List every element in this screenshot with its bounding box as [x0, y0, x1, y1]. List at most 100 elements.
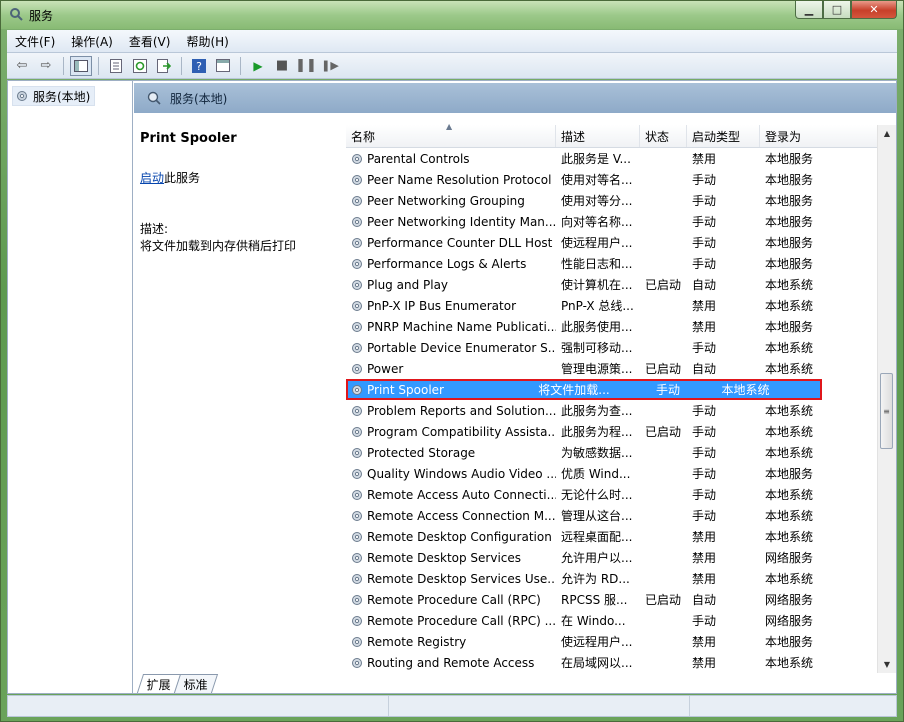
service-row[interactable]: Remote Desktop Configuration 远程桌面配... 禁用 本地… — [346, 526, 878, 547]
column-header-logon-as[interactable]: 登录为 — [760, 125, 878, 147]
service-startup-type-cell: 手动 — [692, 509, 717, 523]
service-row[interactable]: Remote Access Auto Connecti... 无论什么时... 手动… — [346, 484, 878, 505]
service-name: Remote Desktop Configuration — [367, 529, 552, 544]
service-row[interactable]: Performance Counter DLL Host 使远程用户... 手动 本地… — [346, 232, 878, 253]
service-description-cell: 强制可移动... — [561, 341, 633, 355]
service-startup-type-cell: 禁用 — [692, 530, 717, 544]
scroll-up-button[interactable]: ▲ — [878, 125, 896, 142]
service-name-cell: Plug and Play — [346, 278, 556, 292]
service-gear-icon — [352, 216, 362, 227]
service-logon-as-cell: 网络服务 — [765, 614, 814, 628]
minimize-button[interactable]: ▁ — [795, 1, 823, 19]
service-row[interactable]: Problem Reports and Solution... 此服务为查... 手… — [346, 400, 878, 421]
properties-icon — [110, 58, 122, 73]
pause-service-icon: ❚❚ — [295, 58, 317, 73]
scroll-up-icon: ▲ — [883, 129, 891, 138]
column-desc-label: 描述 — [561, 129, 586, 144]
service-logon-as-cell: 网络服务 — [765, 551, 814, 565]
vertical-scrollbar[interactable]: ▲ ≡ ▼ — [877, 125, 896, 673]
service-gear-icon — [352, 594, 362, 605]
service-description-cell: 此服务使用... — [561, 320, 633, 334]
resume-service-button[interactable]: ❚▶ — [319, 56, 341, 76]
service-name: Performance Logs & Alerts — [367, 256, 527, 271]
service-name: Remote Access Auto Connecti... — [367, 487, 556, 502]
service-name: Program Compatibility Assista... — [367, 424, 556, 439]
service-name: Remote Registry — [367, 634, 467, 649]
service-startup-type-cell: 禁用 — [692, 320, 717, 334]
help-button[interactable]: ? — [188, 56, 210, 76]
service-status-cell: 已启动 — [645, 278, 682, 292]
service-name: Remote Access Connection M... — [367, 508, 556, 523]
selected-service-name: Print Spooler — [140, 131, 237, 146]
service-startup-type-cell: 手动 — [692, 446, 717, 460]
service-name-cell: Peer Networking Identity Man... — [346, 215, 556, 229]
view-button[interactable] — [212, 56, 234, 76]
service-row[interactable]: Parental Controls 此服务是 V... 禁用 本地服务 — [346, 148, 878, 169]
view-icon — [216, 59, 230, 72]
service-description-cell: 使远程用户... — [561, 236, 633, 250]
refresh-button[interactable] — [129, 56, 151, 76]
service-gear-icon — [352, 321, 362, 332]
back-button[interactable]: ⇦ — [11, 56, 33, 76]
menu-file[interactable]: 文件(F) — [7, 33, 63, 50]
service-logon-as-cell: 本地系统 — [721, 383, 770, 397]
start-service-link[interactable]: 启动 — [140, 171, 164, 185]
service-row[interactable]: Remote Procedure Call (RPC) RPCSS 服... 已启动… — [346, 589, 878, 610]
service-row[interactable]: PNRP Machine Name Publicati... 此服务使用... 禁用… — [346, 316, 878, 337]
menu-action[interactable]: 操作(A) — [63, 33, 121, 50]
service-row[interactable]: Remote Access Connection M... 管理从这台... 手动 本… — [346, 505, 878, 526]
service-row[interactable]: Quality Windows Audio Video ... 优质 Wind..… — [346, 463, 878, 484]
service-row[interactable]: Remote Desktop Services Use... 允许为 RD... 禁… — [346, 568, 878, 589]
toolbar-separator — [181, 56, 182, 75]
maximize-button[interactable]: □ — [823, 1, 851, 19]
service-row[interactable]: Power 管理电源策... 已启动 自动 本地系统 — [346, 358, 878, 379]
service-row[interactable]: Routing and Remote Access 在局域网以... 禁用 本地系统 — [346, 652, 878, 673]
service-row[interactable]: Remote Desktop Services 允许用户以... 禁用 网络服务 — [346, 547, 878, 568]
service-logon-as-cell: 本地服务 — [765, 320, 814, 334]
service-name-cell: Routing and Remote Access — [346, 656, 556, 670]
close-button[interactable]: ✕ — [851, 1, 897, 19]
service-startup-type-cell: 手动 — [655, 383, 680, 397]
service-row[interactable]: PnP-X IP Bus Enumerator PnP-X 总线... 禁用 本地系统 — [346, 295, 878, 316]
service-name: PNRP Machine Name Publicati... — [367, 319, 556, 334]
export-button[interactable] — [153, 56, 175, 76]
service-description-cell: 为敏感数据... — [561, 446, 633, 460]
tab-standard[interactable]: 标准 — [173, 674, 219, 693]
status-bar — [7, 695, 897, 717]
service-logon-as-cell: 本地系统 — [765, 299, 814, 313]
properties-button[interactable] — [105, 56, 127, 76]
service-row[interactable]: Peer Networking Identity Man... 向对等名称... 手… — [346, 211, 878, 232]
column-header-startup-type[interactable]: 启动类型 — [687, 125, 760, 147]
status-segment — [389, 696, 690, 716]
service-row[interactable]: Plug and Play 使计算机在... 已启动 自动 本地系统 — [346, 274, 878, 295]
service-row[interactable]: Protected Storage 为敏感数据... 手动 本地系统 — [346, 442, 878, 463]
service-startup-type-cell: 手动 — [692, 194, 717, 208]
start-service-button[interactable]: ▶ — [247, 56, 269, 76]
service-row-selected[interactable]: Print Spooler 将文件加载... 手动 本地系统 — [346, 379, 822, 400]
show-hide-tree-button[interactable] — [70, 55, 92, 76]
menu-view[interactable]: 查看(V) — [121, 33, 179, 50]
service-row[interactable]: Remote Registry 使远程用户... 禁用 本地服务 — [346, 631, 878, 652]
service-description-cell: 此服务是 V... — [561, 152, 631, 166]
stop-service-button[interactable]: ■ — [271, 56, 293, 76]
service-row[interactable]: Peer Name Resolution Protocol 使用对等名... 手动 本… — [346, 169, 878, 190]
title-bar[interactable]: 服务 ▁ □ ✕ — [1, 1, 903, 29]
pane-title: 服务(本地) — [170, 91, 228, 106]
forward-button[interactable]: ⇨ — [35, 56, 57, 76]
service-row[interactable]: Peer Networking Grouping 使用对等分... 手动 本地服务 — [346, 190, 878, 211]
service-startup-type-cell: 禁用 — [692, 656, 717, 670]
list-header: ▲ 名称 描述 状态 启动类型 登录为 — [346, 122, 878, 148]
service-row[interactable]: Portable Device Enumerator S... 强制可移动... 手… — [346, 337, 878, 358]
toolbar-separator — [63, 56, 64, 75]
pause-service-button[interactable]: ❚❚ — [295, 56, 317, 76]
menu-help[interactable]: 帮助(H) — [178, 33, 236, 50]
scroll-thumb[interactable]: ≡ — [880, 373, 893, 449]
column-header-name[interactable]: ▲ 名称 — [346, 122, 556, 147]
service-row[interactable]: Remote Procedure Call (RPC) ... 在 Windo..… — [346, 610, 878, 631]
service-row[interactable]: Program Compatibility Assista... 此服务为程...… — [346, 421, 878, 442]
service-name: Remote Desktop Services — [367, 550, 522, 565]
column-header-description[interactable]: 描述 — [556, 125, 640, 147]
column-header-status[interactable]: 状态 — [640, 125, 687, 147]
service-row[interactable]: Performance Logs & Alerts 性能日志和... 手动 本地服务 — [346, 253, 878, 274]
tree-item-services-local[interactable]: 服务(本地) — [12, 86, 96, 106]
